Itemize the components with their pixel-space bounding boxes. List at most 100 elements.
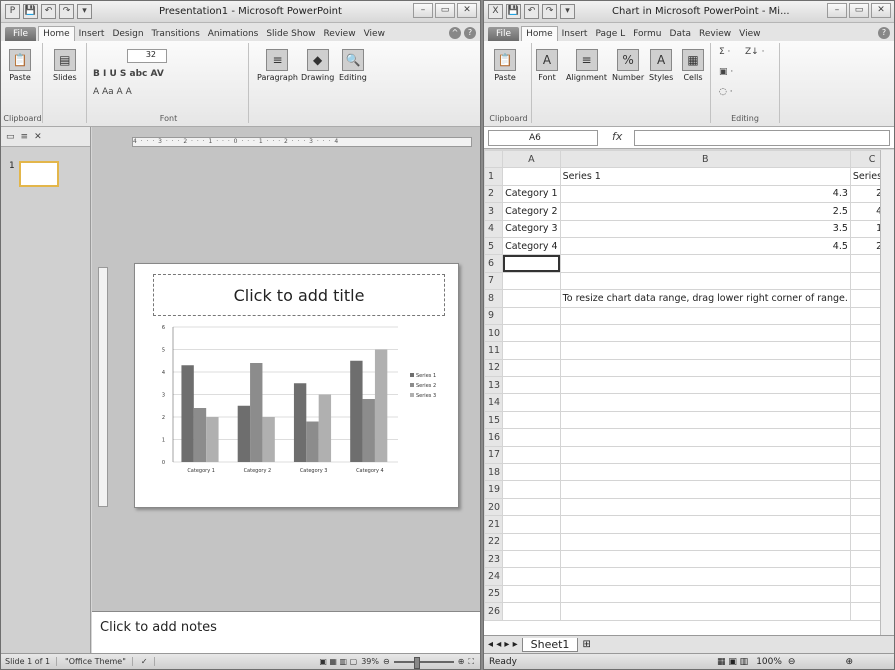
xl-tab-view[interactable]: View bbox=[735, 27, 764, 41]
autosum-icon[interactable]: Σ · bbox=[719, 47, 730, 57]
formula-input[interactable] bbox=[634, 130, 890, 146]
row-header[interactable]: 17 bbox=[484, 445, 504, 465]
insert-sheet-icon[interactable]: ⊞ bbox=[582, 639, 590, 650]
pp-tab-home[interactable]: Home bbox=[38, 26, 75, 41]
xl-minimize-button[interactable]: – bbox=[827, 3, 847, 18]
cell-b16[interactable] bbox=[559, 428, 851, 447]
clear-icon[interactable]: ◌ · bbox=[719, 87, 733, 97]
cell-b18[interactable] bbox=[559, 463, 851, 482]
row-header[interactable]: 23 bbox=[484, 549, 504, 569]
pp-tab-slide-show[interactable]: Slide Show bbox=[262, 27, 319, 41]
xl-number-button[interactable]: % Number bbox=[612, 49, 644, 82]
cell-c15[interactable] bbox=[849, 410, 882, 430]
help-icon[interactable]: ? bbox=[878, 27, 890, 39]
insert-function-icon[interactable]: fx bbox=[612, 130, 622, 143]
row-header[interactable]: 22 bbox=[484, 532, 504, 551]
pp-tab-transitions[interactable]: Transitions bbox=[148, 27, 204, 41]
row-header[interactable]: 20 bbox=[484, 497, 504, 517]
column-header-c[interactable]: C bbox=[849, 150, 882, 169]
sheet-nav-arrows[interactable]: ◂ ◂ ▸ ▸ bbox=[488, 639, 518, 650]
xl-zoom-level[interactable]: 100% bbox=[756, 657, 782, 667]
customize-qat-icon[interactable]: ▾ bbox=[560, 4, 575, 19]
spelling-icon[interactable]: ✓ bbox=[141, 657, 155, 666]
row-header[interactable]: 4 bbox=[484, 219, 504, 238]
cell-a22[interactable] bbox=[502, 532, 561, 551]
row-header[interactable]: 8 bbox=[484, 289, 504, 308]
view-buttons[interactable]: ▣ ▦ ▥ ▢ bbox=[319, 657, 357, 666]
row-header[interactable]: 13 bbox=[484, 376, 504, 395]
cell-b11[interactable] bbox=[559, 341, 851, 360]
pp-tab-view[interactable]: View bbox=[360, 27, 389, 41]
pp-tab-review[interactable]: Review bbox=[319, 27, 359, 41]
xl-alignment-button[interactable]: ≡ Alignment bbox=[566, 49, 607, 82]
cell-c12[interactable] bbox=[849, 358, 882, 378]
powerpoint-app-icon[interactable]: P bbox=[5, 4, 20, 19]
cell-a16[interactable] bbox=[502, 428, 561, 447]
cell-a3[interactable]: Category 2 bbox=[502, 202, 561, 221]
cell-b8[interactable]: To resize chart data range, drag lower r… bbox=[559, 289, 851, 308]
xl-maximize-button[interactable]: ▭ bbox=[849, 3, 869, 18]
cell-b1[interactable]: Series 1 bbox=[559, 167, 851, 186]
redo-icon[interactable]: ↷ bbox=[542, 4, 557, 19]
row-header[interactable]: 9 bbox=[484, 306, 504, 325]
pp-tab-design[interactable]: Design bbox=[108, 27, 147, 41]
slide-canvas[interactable]: Click to add title 0 1 2 3 4 5 6 Category 1 Cate… bbox=[134, 263, 459, 508]
cell-b14[interactable] bbox=[559, 393, 851, 412]
row-header[interactable]: 3 bbox=[484, 202, 504, 221]
font-size-buttons[interactable]: A Aa A A bbox=[93, 87, 132, 97]
slide-title-placeholder[interactable]: Click to add title bbox=[153, 274, 445, 316]
cell-a7[interactable] bbox=[502, 271, 561, 291]
cell-b17[interactable] bbox=[559, 445, 851, 465]
pp-close-button[interactable]: ✕ bbox=[457, 3, 477, 18]
xl-tab-page-layout[interactable]: Page L bbox=[591, 27, 629, 41]
cell-a23[interactable] bbox=[502, 549, 561, 569]
cell-a10[interactable] bbox=[502, 323, 561, 343]
cell-c20[interactable] bbox=[849, 497, 882, 517]
pp-slides-button[interactable]: ▤ Slides bbox=[53, 49, 77, 82]
row-header[interactable]: 25 bbox=[484, 584, 504, 604]
cell-c1[interactable]: Series 2 bbox=[849, 167, 882, 186]
row-header[interactable]: 1 bbox=[484, 167, 504, 186]
slides-tab-icon[interactable]: ▭ bbox=[6, 132, 15, 142]
pp-zoom-level[interactable]: 39% bbox=[361, 657, 379, 666]
cell-a14[interactable] bbox=[502, 393, 561, 412]
clustered-column-chart[interactable]: 0 1 2 3 4 5 6 Category 1 Category 2 Category 3 Cat… bbox=[135, 319, 460, 509]
undo-icon[interactable]: ↶ bbox=[524, 4, 539, 19]
fit-slide-icon[interactable]: ⛶ bbox=[468, 657, 474, 667]
row-header[interactable]: 15 bbox=[484, 410, 504, 430]
row-header[interactable]: 10 bbox=[484, 323, 504, 343]
column-header-a[interactable]: A bbox=[502, 150, 561, 169]
cell-a1[interactable] bbox=[502, 167, 561, 186]
row-header[interactable]: 21 bbox=[484, 515, 504, 534]
cell-a2[interactable]: Category 1 bbox=[502, 184, 561, 204]
pp-paragraph-button[interactable]: ≡ Paragraph bbox=[257, 49, 298, 82]
pp-maximize-button[interactable]: ▭ bbox=[435, 3, 455, 18]
cell-b21[interactable] bbox=[559, 515, 851, 534]
cell-b23[interactable] bbox=[559, 549, 851, 569]
xl-tab-data[interactable]: Data bbox=[666, 27, 696, 41]
cell-a5[interactable]: Category 4 bbox=[502, 236, 561, 256]
view-buttons[interactable]: ▦ ▣ ▥ bbox=[717, 657, 748, 667]
sort-filter-icon[interactable]: Z↓ · bbox=[745, 47, 764, 57]
sheet-tab-sheet1[interactable]: Sheet1 bbox=[521, 637, 579, 652]
fill-icon[interactable]: ▣ · bbox=[719, 67, 733, 77]
pp-tab-file[interactable]: File bbox=[5, 27, 37, 41]
cell-c11[interactable] bbox=[849, 341, 882, 360]
zoom-in-icon[interactable]: ⊕ bbox=[845, 657, 853, 667]
save-icon[interactable]: 💾 bbox=[506, 4, 521, 19]
cell-c9[interactable] bbox=[849, 306, 882, 325]
xl-cells-button[interactable]: ▦ Cells bbox=[682, 49, 704, 82]
row-header[interactable]: 26 bbox=[484, 602, 504, 621]
cell-a26[interactable] bbox=[502, 602, 561, 621]
cell-c25[interactable] bbox=[849, 584, 882, 604]
cell-b19[interactable] bbox=[559, 480, 851, 499]
cell-a24[interactable] bbox=[502, 567, 561, 586]
help-icon[interactable]: ? bbox=[464, 27, 476, 39]
cell-c7[interactable] bbox=[849, 271, 882, 291]
notes-pane[interactable]: Click to add notes bbox=[92, 611, 480, 656]
name-box[interactable]: A6 bbox=[488, 130, 598, 146]
cell-c22[interactable] bbox=[849, 532, 882, 551]
cell-a21[interactable] bbox=[502, 515, 561, 534]
row-header[interactable]: 24 bbox=[484, 567, 504, 586]
row-header[interactable]: 6 bbox=[484, 254, 504, 273]
